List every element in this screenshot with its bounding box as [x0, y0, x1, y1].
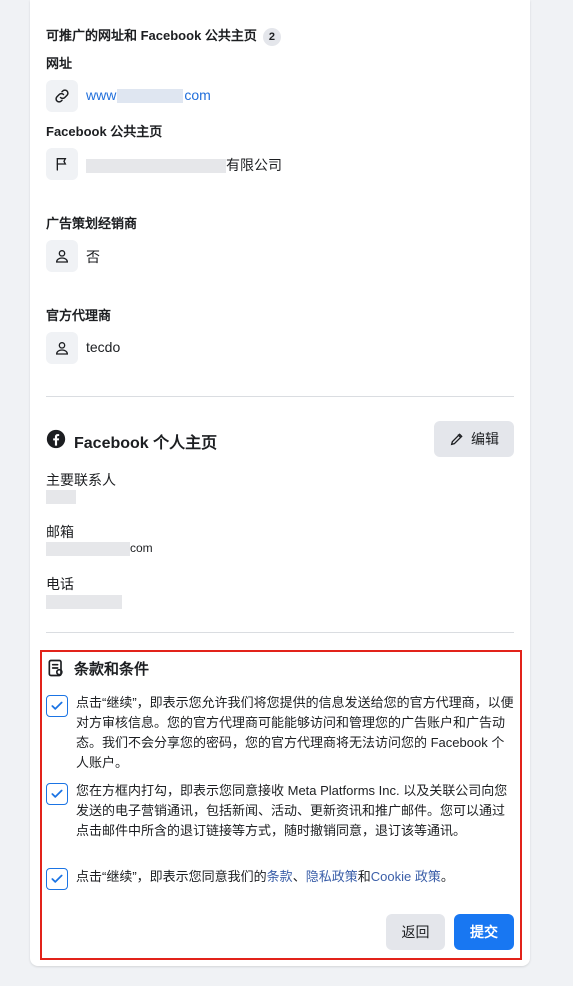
- profile-section-title: Facebook 个人主页: [74, 435, 218, 452]
- back-button[interactable]: 返回: [386, 914, 445, 950]
- url-suffix: com: [184, 87, 211, 103]
- person-icon: [46, 332, 78, 364]
- facebook-page-label: Facebook 公共主页: [46, 124, 163, 139]
- website-url-link[interactable]: www com: [86, 87, 211, 104]
- consent-text-1: 点击“继续”，即表示您允许我们将您提供的信息发送给您的官方代理商，以便对方审核信…: [76, 695, 514, 770]
- redacted-contact: [46, 489, 76, 504]
- checkmark-icon: [51, 701, 63, 710]
- cookie-policy-link[interactable]: Cookie 政策: [371, 869, 441, 884]
- person-icon: [46, 240, 78, 272]
- submit-button[interactable]: 提交: [454, 914, 514, 950]
- email-suffix: com: [130, 541, 153, 555]
- promotable-title: 可推广的网址和 Facebook 公共主页: [46, 28, 257, 43]
- primary-contact-label: 主要联系人: [46, 472, 116, 488]
- consent-checkbox-3[interactable]: [46, 868, 68, 890]
- redacted-email: [46, 541, 130, 556]
- document-icon: [46, 658, 66, 678]
- page-name-suffix: 有限公司: [226, 157, 282, 173]
- consent-text-3-prefix: 点击“继续”，即表示您同意我们的: [76, 869, 267, 884]
- ad-planner-label: 广告策划经销商: [46, 216, 138, 231]
- consent-text-3-end: 。: [440, 869, 454, 884]
- count-badge: 2: [262, 27, 281, 46]
- terms-link[interactable]: 条款: [267, 869, 293, 884]
- consent-text-3-and: 和: [357, 869, 371, 884]
- ad-planner-value: 否: [86, 249, 100, 265]
- edit-button[interactable]: 编辑: [434, 421, 514, 457]
- consent-checkbox-1[interactable]: [46, 695, 68, 717]
- consent-checkbox-2[interactable]: [46, 783, 68, 805]
- divider: [46, 632, 514, 633]
- consent-text-3: 点击“继续”，即表示您同意我们的条款、隐私政策和Cookie 政策。: [76, 867, 514, 887]
- agency-info-card: 可推广的网址和 Facebook 公共主页 2 网址 www com Faceboo…: [30, 0, 530, 966]
- checkmark-icon: [51, 874, 63, 883]
- official-agency-value: tecdo: [86, 339, 121, 355]
- url-prefix: www: [86, 87, 117, 103]
- facebook-logo-icon: [46, 429, 66, 449]
- privacy-policy-link[interactable]: 隐私政策: [306, 869, 358, 884]
- checkmark-icon: [51, 789, 63, 798]
- primary-contact-value: [46, 488, 76, 506]
- edit-button-label: 编辑: [471, 431, 499, 447]
- link-icon: [46, 80, 78, 112]
- consent-text-3-sep: 、: [292, 869, 306, 884]
- consent-text-2: 您在方框内打勾，即表示您同意接收 Meta Platforms Inc. 以及关…: [76, 783, 508, 838]
- redacted-page-name: [86, 159, 226, 174]
- divider: [46, 396, 514, 397]
- official-agency-label: 官方代理商: [46, 308, 112, 323]
- terms-title: 条款和条件: [74, 661, 150, 678]
- phone-label: 电话: [46, 576, 74, 592]
- redacted-url: [117, 89, 184, 104]
- pencil-icon: [450, 433, 463, 446]
- flag-icon: [46, 148, 78, 180]
- facebook-page-name: 有限公司: [86, 155, 282, 175]
- promotable-section-header: 可推广的网址和 Facebook 公共主页 2: [46, 25, 281, 46]
- redacted-phone: [46, 594, 122, 609]
- email-label: 邮箱: [46, 524, 74, 540]
- email-value: com: [46, 541, 153, 556]
- phone-value: [46, 593, 122, 611]
- url-label: 网址: [46, 56, 73, 71]
